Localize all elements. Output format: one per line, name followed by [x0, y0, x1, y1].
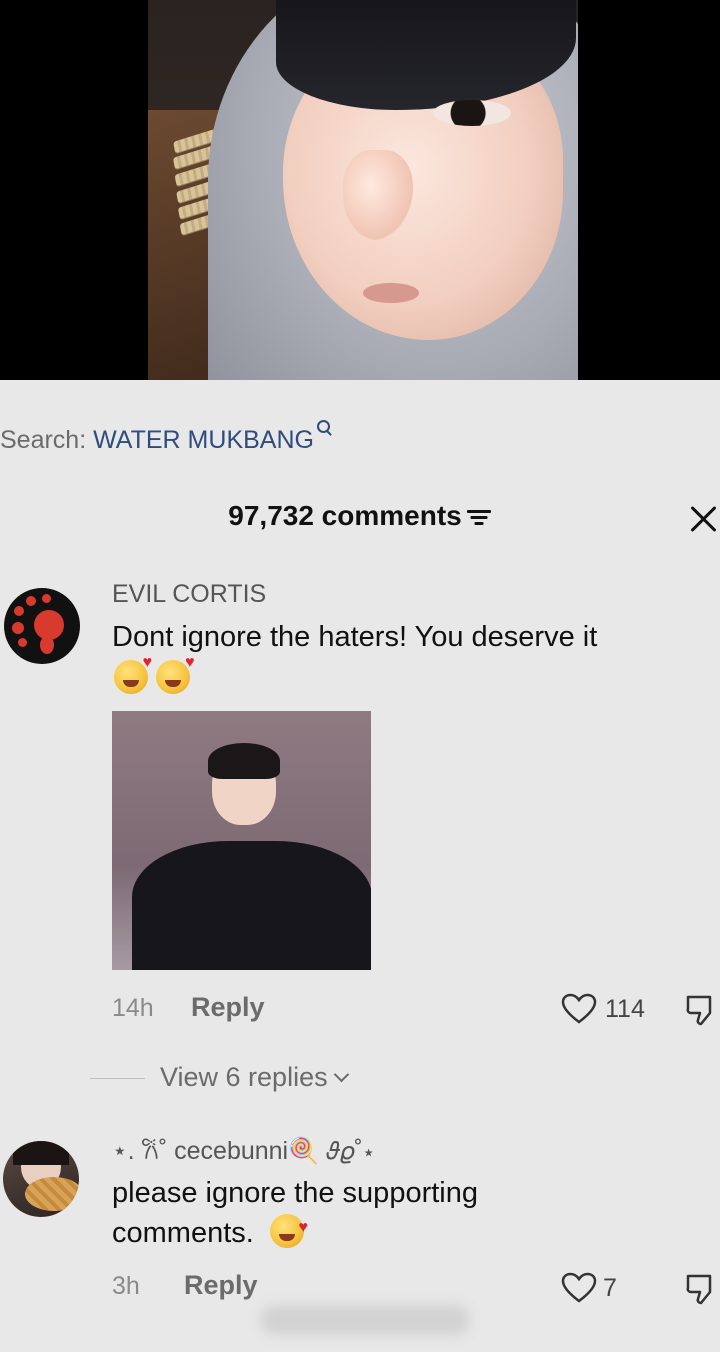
- close-icon[interactable]: [688, 503, 720, 535]
- eye: [433, 100, 511, 126]
- lips: [363, 283, 419, 303]
- avatar[interactable]: [3, 1141, 79, 1217]
- video-frame: [148, 0, 578, 380]
- dislike-icon[interactable]: [684, 993, 720, 1027]
- search-term[interactable]: WATER MUKBANG: [93, 426, 314, 454]
- comment-text: Dont ignore the haters! You deserve it: [112, 621, 598, 653]
- avatar[interactable]: [4, 588, 80, 664]
- comment-time: 3h: [112, 1272, 140, 1300]
- reply-button[interactable]: Reply: [184, 1270, 258, 1301]
- view-replies-button[interactable]: View 6 replies: [160, 1062, 349, 1093]
- like-count: 114: [605, 995, 645, 1023]
- comment-emoji: [114, 654, 194, 694]
- comment-username[interactable]: EVIL CORTIS: [112, 580, 266, 609]
- nose: [343, 150, 413, 240]
- comments-header: 97,732 comments: [0, 500, 720, 532]
- smiling-hearts-emoji: [114, 654, 152, 694]
- smiling-hearts-emoji: [156, 654, 194, 694]
- comment-gif[interactable]: [112, 711, 371, 970]
- divider: [90, 1078, 145, 1079]
- filter-icon[interactable]: [466, 508, 492, 526]
- reply-button[interactable]: Reply: [191, 992, 265, 1023]
- heart-icon[interactable]: [561, 993, 597, 1025]
- blurred-overlay: [260, 1305, 470, 1335]
- comment-time: 14h: [112, 994, 154, 1022]
- dislike-icon[interactable]: [684, 1272, 720, 1306]
- like-count: 7: [603, 1274, 617, 1302]
- comment-text-line: comments.: [112, 1208, 308, 1253]
- smiling-hearts-emoji: [269, 1208, 308, 1248]
- heart-icon[interactable]: [561, 1272, 597, 1304]
- search-suggestion[interactable]: Search: WATER MUKBANG: [0, 420, 333, 455]
- search-prefix: Search:: [0, 426, 87, 454]
- view-replies-label: View 6 replies: [160, 1062, 328, 1092]
- search-icon: [316, 420, 333, 436]
- gif-person-body: [132, 841, 371, 970]
- chevron-down-icon: [333, 1066, 349, 1083]
- comment-text-line: please ignore the supporting: [112, 1177, 478, 1209]
- comments-count: 97,732 comments: [228, 500, 462, 531]
- comment-username[interactable]: ⋆. 𐙚˚ cecebunni🍭 𝜗𝜚˚⋆: [112, 1133, 374, 1167]
- comment-text-line2: comments.: [112, 1217, 254, 1249]
- gif-person-hair: [208, 743, 280, 779]
- video-player[interactable]: [0, 0, 720, 380]
